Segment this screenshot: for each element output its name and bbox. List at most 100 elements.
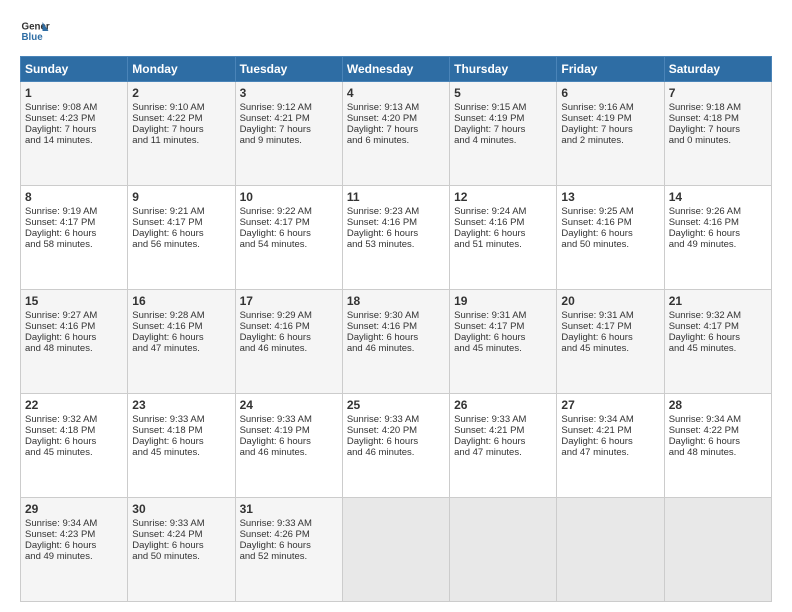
calendar-cell: 12Sunrise: 9:24 AMSunset: 4:16 PMDayligh… [450,186,557,290]
day-info-line: Sunrise: 9:16 AM [561,102,659,113]
day-number: 13 [561,190,659,204]
day-number: 2 [132,86,230,100]
day-number: 25 [347,398,445,412]
day-info-line: Daylight: 6 hours [669,436,767,447]
day-info-line: Daylight: 6 hours [240,436,338,447]
day-info-line: and 48 minutes. [669,447,767,458]
day-info-line: Sunrise: 9:28 AM [132,310,230,321]
day-info-line: and 47 minutes. [454,447,552,458]
calendar-cell: 4Sunrise: 9:13 AMSunset: 4:20 PMDaylight… [342,82,449,186]
day-number: 24 [240,398,338,412]
day-info-line: Sunset: 4:17 PM [669,321,767,332]
day-info-line: and 50 minutes. [132,551,230,562]
day-info-line: and 49 minutes. [669,239,767,250]
calendar-cell: 24 Sunrise: 9:33 AMSunset: 4:19 PMDayligh… [235,394,342,498]
day-info-line: Daylight: 6 hours [347,332,445,343]
day-number: 1 [25,86,123,100]
calendar-cell: 13 Sunrise: 9:25 AMSunset: 4:16 PMDayligh… [557,186,664,290]
calendar-cell: 8Sunrise: 9:19 AMSunset: 4:17 PMDaylight… [21,186,128,290]
day-info-line: and 58 minutes. [25,239,123,250]
day-info-line: Sunrise: 9:31 AM [561,310,659,321]
day-info-line: Sunrise: 9:33 AM [132,518,230,529]
day-info-line: Daylight: 6 hours [132,332,230,343]
day-number: 10 [240,190,338,204]
calendar-cell: 3Sunrise: 9:12 AMSunset: 4:21 PMDaylight… [235,82,342,186]
calendar-cell: 20Sunrise: 9:31 AMSunset: 4:17 PMDayligh… [557,290,664,394]
day-info-line: Daylight: 6 hours [25,332,123,343]
day-info-line: Sunset: 4:26 PM [240,529,338,540]
day-info-line: Sunrise: 9:25 AM [561,206,659,217]
day-info-line: Sunrise: 9:12 AM [240,102,338,113]
day-info-line: and 45 minutes. [669,343,767,354]
day-info-line: Sunrise: 9:33 AM [132,414,230,425]
day-number: 7 [669,86,767,100]
day-info-line: Daylight: 6 hours [669,228,767,239]
day-number: 21 [669,294,767,308]
day-info-line: Sunset: 4:17 PM [132,217,230,228]
day-number: 15 [25,294,123,308]
day-info-line: Sunset: 4:16 PM [561,217,659,228]
day-info-line: Daylight: 6 hours [132,540,230,551]
day-info-line: Sunrise: 9:33 AM [240,414,338,425]
calendar-cell: 27Sunrise: 9:34 AMSunset: 4:21 PMDayligh… [557,394,664,498]
day-info-line: Daylight: 6 hours [561,332,659,343]
weekday-header-saturday: Saturday [664,57,771,82]
day-info-line: Sunrise: 9:10 AM [132,102,230,113]
day-info-line: Sunrise: 9:26 AM [669,206,767,217]
weekday-header-row: SundayMondayTuesdayWednesdayThursdayFrid… [21,57,772,82]
day-info-line: and 9 minutes. [240,135,338,146]
day-info-line: and 52 minutes. [240,551,338,562]
calendar-cell: 18Sunrise: 9:30 AMSunset: 4:16 PMDayligh… [342,290,449,394]
day-info-line: Sunrise: 9:23 AM [347,206,445,217]
calendar-cell [664,498,771,602]
day-info-line: Sunset: 4:23 PM [25,529,123,540]
day-info-line: Sunrise: 9:08 AM [25,102,123,113]
day-info-line: Sunset: 4:17 PM [25,217,123,228]
calendar-cell: 15Sunrise: 9:27 AMSunset: 4:16 PMDayligh… [21,290,128,394]
day-info-line: Sunrise: 9:13 AM [347,102,445,113]
day-info-line: Sunrise: 9:31 AM [454,310,552,321]
day-info-line: Daylight: 7 hours [347,124,445,135]
calendar-row-4: 29Sunrise: 9:34 AMSunset: 4:23 PMDayligh… [21,498,772,602]
day-number: 12 [454,190,552,204]
day-info-line: Daylight: 6 hours [561,436,659,447]
day-number: 31 [240,502,338,516]
calendar-cell: 6Sunrise: 9:16 AMSunset: 4:19 PMDaylight… [557,82,664,186]
day-info-line: and 0 minutes. [669,135,767,146]
day-info-line: Sunset: 4:18 PM [132,425,230,436]
day-number: 26 [454,398,552,412]
calendar-cell: 26Sunrise: 9:33 AMSunset: 4:21 PMDayligh… [450,394,557,498]
day-info-line: Sunrise: 9:34 AM [561,414,659,425]
day-info-line: Sunset: 4:21 PM [561,425,659,436]
day-number: 3 [240,86,338,100]
day-info-line: Sunset: 4:17 PM [240,217,338,228]
day-info-line: Sunrise: 9:32 AM [669,310,767,321]
day-info-line: Sunset: 4:16 PM [25,321,123,332]
day-info-line: and 46 minutes. [347,343,445,354]
day-info-line: Sunset: 4:19 PM [240,425,338,436]
day-info-line: Sunrise: 9:33 AM [347,414,445,425]
day-info-line: Daylight: 7 hours [561,124,659,135]
day-info-line: and 14 minutes. [25,135,123,146]
day-info-line: Daylight: 7 hours [669,124,767,135]
calendar-cell: 14Sunrise: 9:26 AMSunset: 4:16 PMDayligh… [664,186,771,290]
weekday-header-sunday: Sunday [21,57,128,82]
weekday-header-friday: Friday [557,57,664,82]
day-info-line: and 46 minutes. [240,447,338,458]
calendar-row-3: 22Sunrise: 9:32 AMSunset: 4:18 PMDayligh… [21,394,772,498]
day-info-line: Sunset: 4:16 PM [132,321,230,332]
day-number: 17 [240,294,338,308]
day-info-line: Daylight: 6 hours [561,228,659,239]
calendar-cell: 28Sunrise: 9:34 AMSunset: 4:22 PMDayligh… [664,394,771,498]
day-info-line: and 56 minutes. [132,239,230,250]
day-info-line: and 46 minutes. [240,343,338,354]
day-number: 4 [347,86,445,100]
day-info-line: Sunset: 4:23 PM [25,113,123,124]
day-info-line: Daylight: 6 hours [240,228,338,239]
day-info-line: Sunrise: 9:19 AM [25,206,123,217]
day-number: 11 [347,190,445,204]
day-info-line: Sunrise: 9:18 AM [669,102,767,113]
calendar-cell: 22Sunrise: 9:32 AMSunset: 4:18 PMDayligh… [21,394,128,498]
day-info-line: Daylight: 6 hours [132,436,230,447]
svg-text:Blue: Blue [22,32,44,43]
